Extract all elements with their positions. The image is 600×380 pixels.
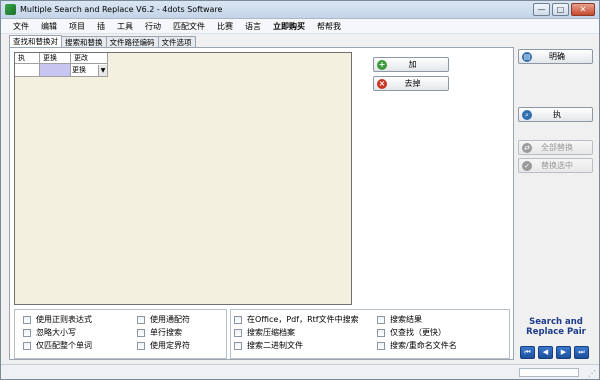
title-bar[interactable]: Multiple Search and Replace V6.2 - 4dots… — [1, 1, 599, 19]
window-title: Multiple Search and Replace V6.2 - 4dots… — [20, 5, 223, 14]
check-icon: ✓ — [522, 160, 532, 171]
menu-bar: 文件 编辑 项目 插 工具 行动 匹配文件 比赛 语言 立即购买 帮帮我 — [1, 19, 599, 34]
checkbox-search-binary[interactable]: 搜索二进制文件 — [234, 340, 303, 351]
app-logo-icon — [5, 4, 16, 15]
ok-button[interactable]: ▤ 明确 — [518, 49, 593, 64]
menu-file[interactable]: 文件 — [7, 21, 35, 32]
magnifier-icon: ⌕ — [522, 109, 532, 120]
checkbox-search-archives[interactable]: 搜索压缩档案 — [234, 327, 295, 338]
checkbox-box[interactable] — [377, 315, 385, 324]
grid-header: 执 更换 更改 — [15, 53, 108, 64]
first-pair-icon[interactable]: ⏮ — [520, 346, 535, 359]
checkbox-label: 使用定界符 — [150, 341, 190, 350]
checkbox-box[interactable] — [137, 315, 145, 324]
close-button[interactable]: ✕ — [571, 3, 595, 16]
checkbox-box[interactable] — [234, 341, 242, 350]
find-button[interactable]: ⌕ 执 — [518, 107, 593, 122]
next-pair-icon[interactable]: ▶ — [556, 346, 571, 359]
grid-cell-find[interactable] — [40, 64, 71, 77]
last-pair-icon[interactable]: ⏭ — [574, 346, 589, 359]
app-window: Multiple Search and Replace V6.2 - 4dots… — [0, 0, 600, 380]
document-icon: ▤ — [522, 51, 532, 62]
checkbox-use-delimiters[interactable]: 使用定界符 — [137, 340, 190, 351]
checkbox-label: 在Office，Pdf，Rtf文件中搜索 — [247, 315, 359, 324]
add-button[interactable]: + 加 — [373, 57, 449, 72]
pair-navigation: ⏮ ◀ ▶ ⏭ — [520, 346, 589, 359]
grid-header-find[interactable]: 更换 — [40, 53, 71, 64]
menu-insert[interactable]: 插 — [91, 21, 111, 32]
checkbox-find-only[interactable]: 仅查找（更快） — [377, 327, 446, 338]
checkbox-search-office[interactable]: 在Office，Pdf，Rtf文件中搜索 — [234, 314, 359, 325]
menu-language[interactable]: 语言 — [239, 21, 267, 32]
checkbox-use-regex[interactable]: 使用正则表达式 — [23, 314, 92, 325]
checkbox-label: 搜索/重命名文件名 — [390, 341, 457, 350]
remove-button-label: 去掉 — [404, 79, 421, 88]
grid-cell-execute[interactable] — [15, 64, 40, 77]
checkbox-box[interactable] — [23, 328, 31, 337]
combo-value: 更换 — [72, 66, 86, 74]
checkbox-label: 使用正则表达式 — [36, 315, 92, 324]
checkbox-box[interactable] — [23, 315, 31, 324]
previous-pair-icon[interactable]: ◀ — [538, 346, 553, 359]
ok-button-label: 明确 — [549, 52, 565, 61]
checkbox-box[interactable] — [377, 341, 385, 350]
chevron-down-icon[interactable]: ▼ — [98, 64, 107, 76]
resize-grip-icon[interactable]: ⋰ — [588, 369, 596, 378]
menu-match-files[interactable]: 匹配文件 — [167, 21, 211, 32]
minimize-button[interactable]: — — [533, 3, 550, 16]
checkbox-label: 忽略大小写 — [36, 328, 76, 337]
checkbox-box[interactable] — [377, 328, 385, 337]
tab-panel: 执 更换 更改 更换 ▼ + 加 × 去掉 使用正则表达式 忽略大小写 仅匹配整… — [9, 47, 514, 360]
replace-all-button[interactable]: ⇄ 全部替换 — [518, 140, 593, 155]
replace-all-button-label: 全部替换 — [541, 143, 573, 152]
checkbox-box[interactable] — [234, 315, 242, 324]
add-button-label: 加 — [408, 60, 417, 69]
replace-selected-button[interactable]: ✓ 替换选中 — [518, 158, 593, 173]
options-group-right: 在Office，Pdf，Rtf文件中搜索 搜索压缩档案 搜索二进制文件 搜索结果… — [230, 309, 510, 359]
checkbox-box[interactable] — [234, 328, 242, 337]
menu-tools[interactable]: 工具 — [111, 21, 139, 32]
checkbox-label: 搜索压缩档案 — [247, 328, 295, 337]
remove-button[interactable]: × 去掉 — [373, 76, 449, 91]
status-bar: ⋰ — [1, 364, 599, 379]
search-replace-pair-label: Search and Replace Pair — [526, 317, 586, 337]
checkbox-whole-word[interactable]: 仅匹配整个单词 — [23, 340, 92, 351]
grid-row: 更换 ▼ — [15, 64, 108, 77]
checkbox-box[interactable] — [137, 328, 145, 337]
checkbox-box[interactable] — [23, 341, 31, 350]
grid-header-execute[interactable]: 执 — [15, 53, 40, 64]
menu-match[interactable]: 比赛 — [211, 21, 239, 32]
menu-help[interactable]: 帮帮我 — [311, 21, 347, 32]
checkbox-label: 单行搜索 — [150, 328, 182, 337]
find-button-label: 执 — [553, 110, 561, 119]
checkbox-label: 仅匹配整个单词 — [36, 341, 92, 350]
maximize-button[interactable]: □ — [552, 3, 569, 16]
menu-edit[interactable]: 编辑 — [35, 21, 63, 32]
checkbox-rename-filenames[interactable]: 搜索/重命名文件名 — [377, 340, 457, 351]
checkbox-label: 搜索二进制文件 — [247, 341, 303, 350]
checkbox-use-wildcards[interactable]: 使用通配符 — [137, 314, 190, 325]
checkbox-search-results[interactable]: 搜索结果 — [377, 314, 422, 325]
plus-icon: + — [377, 59, 387, 70]
checkbox-ignore-case[interactable]: 忽略大小写 — [23, 327, 76, 338]
menu-action[interactable]: 行动 — [139, 21, 167, 32]
checkbox-label: 搜索结果 — [390, 315, 422, 324]
grid-header-replace[interactable]: 更改 — [71, 53, 108, 64]
replace-all-icon: ⇄ — [522, 142, 532, 153]
checkbox-label: 使用通配符 — [150, 315, 190, 324]
pairs-grid[interactable]: 执 更换 更改 更换 ▼ — [14, 52, 352, 305]
checkbox-single-line[interactable]: 单行搜索 — [137, 327, 182, 338]
checkbox-box[interactable] — [137, 341, 145, 350]
options-group-left: 使用正则表达式 忽略大小写 仅匹配整个单词 使用通配符 单行搜索 使用定界符 — [14, 309, 227, 359]
checkbox-label: 仅查找（更快） — [390, 328, 446, 337]
replace-selected-button-label: 替换选中 — [541, 161, 573, 170]
grid-cell-replace-combo[interactable]: 更换 ▼ — [71, 64, 108, 77]
remove-icon: × — [377, 78, 387, 89]
menu-project[interactable]: 项目 — [63, 21, 91, 32]
menu-buy-now[interactable]: 立即购买 — [267, 21, 311, 32]
status-progress-bar — [519, 368, 579, 377]
